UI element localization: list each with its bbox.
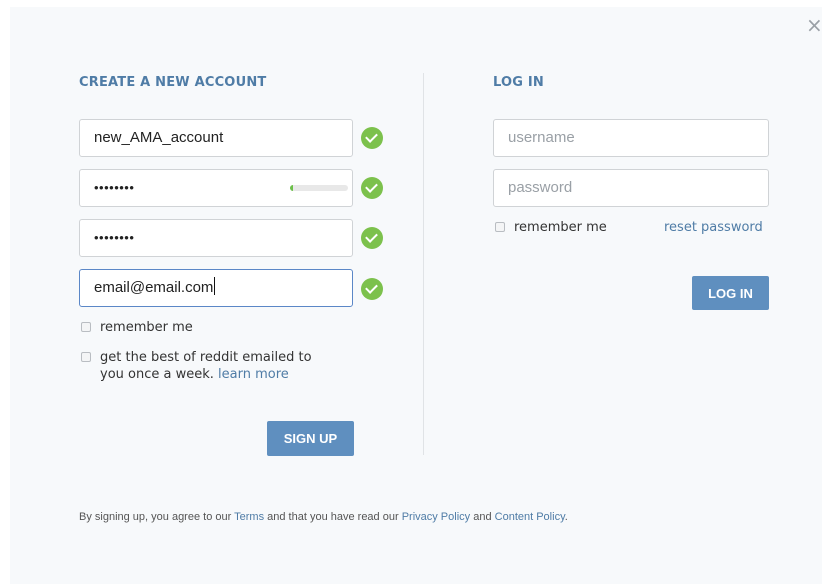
text-caret [214,277,216,295]
signup-verify-password-value: •••••••• [94,230,135,245]
signup-email-field[interactable]: email@email.com [79,269,353,307]
signup-remember-me-checkbox[interactable] [81,322,91,332]
privacy-policy-link[interactable]: Privacy Policy [402,511,470,523]
signup-password-value: •••••••• [94,180,135,195]
footer-and: and [473,511,492,523]
login-remember-me-label: remember me [514,220,607,235]
login-heading: LOG IN [493,75,544,90]
learn-more-link[interactable]: learn more [218,367,289,382]
close-icon[interactable]: × [806,14,822,36]
content-policy-link[interactable]: Content Policy [495,511,565,523]
signup-remember-me-label: remember me [100,320,193,335]
login-password-placeholder: password [508,179,573,196]
login-remember-me-checkbox[interactable] [495,222,505,232]
signup-username-value: new_AMA_account [94,129,224,146]
signup-email-value: email@email.com [94,279,214,296]
reset-password-link[interactable]: reset password [664,219,763,236]
password-strength-fill [290,185,294,191]
verify-password-valid-check-icon [361,227,383,249]
newsletter-checkbox[interactable] [81,352,91,362]
password-strength-meter [290,185,348,191]
log-in-button[interactable]: LOG IN [692,276,769,310]
footer-prefix: By signing up, you agree to our [79,511,232,523]
sign-up-button[interactable]: SIGN UP [267,421,354,456]
login-username-placeholder: username [508,129,575,146]
signup-heading: CREATE A NEW ACCOUNT [79,75,267,90]
terms-link[interactable]: Terms [234,511,264,523]
signup-username-field[interactable]: new_AMA_account [79,119,353,157]
footer-suffix: . [564,511,568,523]
password-valid-check-icon [361,177,383,199]
footer-middle: and that you have read our [267,511,399,523]
column-divider [423,73,424,455]
legal-footer: By signing up, you agree to our Terms an… [79,511,568,523]
email-valid-check-icon [361,278,383,300]
login-username-field[interactable]: username [493,119,769,157]
newsletter-label: get the best of reddit emailed to you on… [100,349,335,383]
login-password-field[interactable]: password [493,169,769,207]
username-valid-check-icon [361,127,383,149]
signup-verify-password-field[interactable]: •••••••• [79,219,353,257]
